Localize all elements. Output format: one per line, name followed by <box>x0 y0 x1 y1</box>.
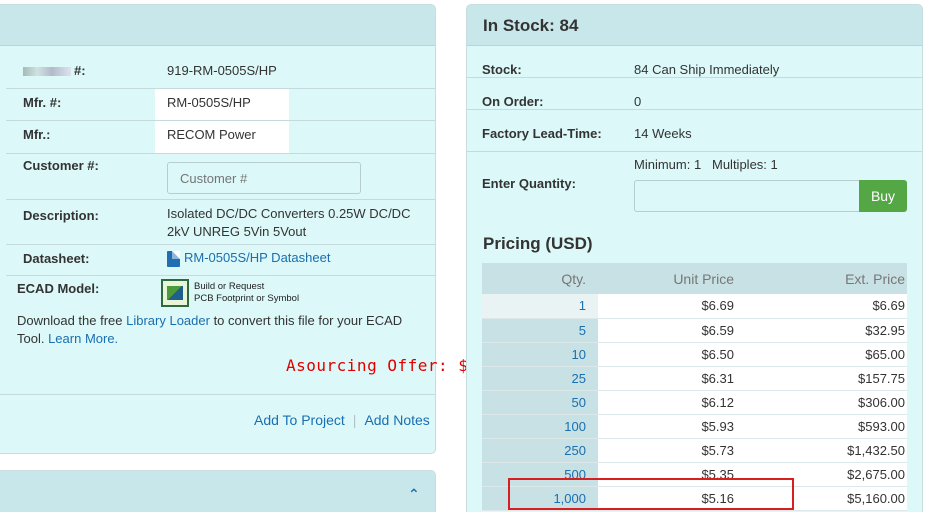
ecad-label: ECAD Model: <box>17 281 100 296</box>
description-line-2: 2kV UNREG 5Vin 5Vout <box>167 224 307 239</box>
on-order-value: 0 <box>634 94 642 109</box>
mfr-part-row: Mfr. #: RM-0505S/HP <box>6 89 436 121</box>
mfr-part-label: Mfr. #: <box>23 95 62 110</box>
qty-cell[interactable]: 50 <box>482 390 598 415</box>
on-order-label: On Order: <box>482 94 544 109</box>
add-notes-link[interactable]: Add Notes <box>364 412 429 428</box>
description-line-1: Isolated DC/DC Converters 0.25W DC/DC <box>167 206 411 221</box>
mouser-part-label: #: <box>23 63 86 78</box>
datasheet-label: Datasheet: <box>23 251 90 266</box>
lead-time-label: Factory Lead-Time: <box>482 126 602 141</box>
mfr-label: Mfr.: <box>23 127 51 142</box>
price-row[interactable]: 1 $6.69 $6.69 <box>482 294 907 319</box>
on-order-row: On Order: 0 <box>467 78 922 110</box>
pricing-title: Pricing (USD) <box>483 234 593 253</box>
chevron-up-icon[interactable]: ⌃ <box>408 486 420 503</box>
unit-price-header: Unit Price <box>598 263 754 294</box>
lead-time-row: Factory Lead-Time: 14 Weeks <box>467 110 922 152</box>
customer-row: Customer #: <box>6 154 436 200</box>
library-loader-text: Download the free Library Loader to conv… <box>17 312 417 348</box>
mfr-part-value: RM-0505S/HP <box>167 95 251 110</box>
mouser-part-value: 919-RM-0505S/HP <box>167 63 277 78</box>
ecad-model-icon[interactable] <box>161 279 189 307</box>
mfr-row: Mfr.: RECOM Power <box>6 121 436 154</box>
qty-cell[interactable]: 25 <box>482 366 598 391</box>
learn-more-link[interactable]: Learn More. <box>48 331 118 346</box>
datasheet-row: Datasheet: RM-0505S/HP Datasheet <box>6 245 436 276</box>
stock-pricing-panel: In Stock: 84 Stock: 84 Can Ship Immediat… <box>466 4 923 512</box>
unit-price-cell: $6.59 <box>598 318 754 343</box>
qty-cell[interactable]: 1 <box>482 294 598 319</box>
lead-time-value: 14 Weeks <box>634 126 692 141</box>
product-panel-header <box>0 5 435 46</box>
minimum-text: Minimum: 1 <box>634 157 702 172</box>
collapsed-panel <box>0 470 436 512</box>
stock-title: In Stock: 84 <box>483 16 579 35</box>
price-row[interactable]: 100 $5.93 $593.00 <box>482 414 907 439</box>
download-prefix: Download the free <box>17 313 127 328</box>
ext-price-cell: $32.95 <box>754 318 907 343</box>
mouser-part-row: #: 919-RM-0505S/HP <box>6 45 436 89</box>
price-row[interactable]: 5 $6.59 $32.95 <box>482 318 907 343</box>
customer-number-input[interactable] <box>167 162 361 194</box>
multiples-text: Multiples: 1 <box>712 157 778 172</box>
ext-price-header: Ext. Price <box>754 263 907 294</box>
ext-price-cell: $306.00 <box>754 390 907 415</box>
ecad-build-request[interactable]: Build or Request PCB Footprint or Symbol <box>194 281 299 305</box>
stock-row: Stock: 84 Can Ship Immediately <box>467 46 922 78</box>
ecad-row: ECAD Model: Build or Request PCB Footpri… <box>6 276 436 312</box>
price-row[interactable]: 10 $6.50 $65.00 <box>482 342 907 367</box>
description-label: Description: <box>23 208 99 223</box>
qty-cell[interactable]: 10 <box>482 342 598 367</box>
datasheet-value: RM-0505S/HP Datasheet <box>167 249 330 267</box>
unit-price-cell: $6.69 <box>598 294 754 319</box>
collapsed-panel-header[interactable] <box>0 471 435 512</box>
unit-price-cell: $6.50 <box>598 342 754 367</box>
mfr-link[interactable]: RECOM Power <box>167 126 256 144</box>
price-highlight-box <box>508 478 794 510</box>
ext-price-cell: $593.00 <box>754 414 907 439</box>
ext-price-cell: $6.69 <box>754 294 907 319</box>
left-panel-footer: Add To Project | Add Notes <box>254 412 430 428</box>
pdf-icon <box>167 250 180 267</box>
unit-price-cell: $5.93 <box>598 414 754 439</box>
stock-value: 84 Can Ship Immediately <box>634 62 780 77</box>
ecad-line-1: Build or Request <box>194 281 265 292</box>
stock-label: Stock: <box>482 62 522 77</box>
quantity-input[interactable] <box>634 180 860 212</box>
datasheet-link[interactable]: RM-0505S/HP Datasheet <box>184 250 330 265</box>
library-loader-link[interactable]: Library Loader <box>126 313 210 328</box>
qty-header: Qty. <box>482 263 598 294</box>
description-row: Description: Isolated DC/DC Converters 0… <box>6 200 436 245</box>
add-to-project-link[interactable]: Add To Project <box>254 412 345 428</box>
price-row[interactable]: 250 $5.73 $1,432.50 <box>482 438 907 463</box>
stock-panel-header: In Stock: 84 <box>467 5 922 46</box>
qty-cell[interactable]: 250 <box>482 438 598 463</box>
footer-separator: | <box>352 412 357 428</box>
ext-price-cell: $1,432.50 <box>754 438 907 463</box>
enter-quantity-label: Enter Quantity: <box>482 176 576 191</box>
qty-cell[interactable]: 100 <box>482 414 598 439</box>
unit-price-cell: $6.31 <box>598 366 754 391</box>
blurred-label <box>23 67 71 77</box>
divider <box>0 394 436 395</box>
pricing-header-row: Qty. Unit Price Ext. Price <box>482 263 907 294</box>
unit-price-cell: $6.12 <box>598 390 754 415</box>
ecad-line-2: PCB Footprint or Symbol <box>194 293 300 304</box>
price-row[interactable]: 50 $6.12 $306.00 <box>482 390 907 415</box>
unit-price-cell: $5.73 <box>598 438 754 463</box>
ext-price-cell: $65.00 <box>754 342 907 367</box>
pricing-table: Qty. Unit Price Ext. Price 1 $6.69 $6.69… <box>482 263 907 511</box>
customer-label: Customer #: <box>23 158 99 173</box>
qty-cell[interactable]: 5 <box>482 318 598 343</box>
buy-button[interactable]: Buy <box>859 180 907 212</box>
price-row[interactable]: 25 $6.31 $157.75 <box>482 366 907 391</box>
description-value: Isolated DC/DC Converters 0.25W DC/DC 2k… <box>167 205 410 241</box>
ext-price-cell: $157.75 <box>754 366 907 391</box>
